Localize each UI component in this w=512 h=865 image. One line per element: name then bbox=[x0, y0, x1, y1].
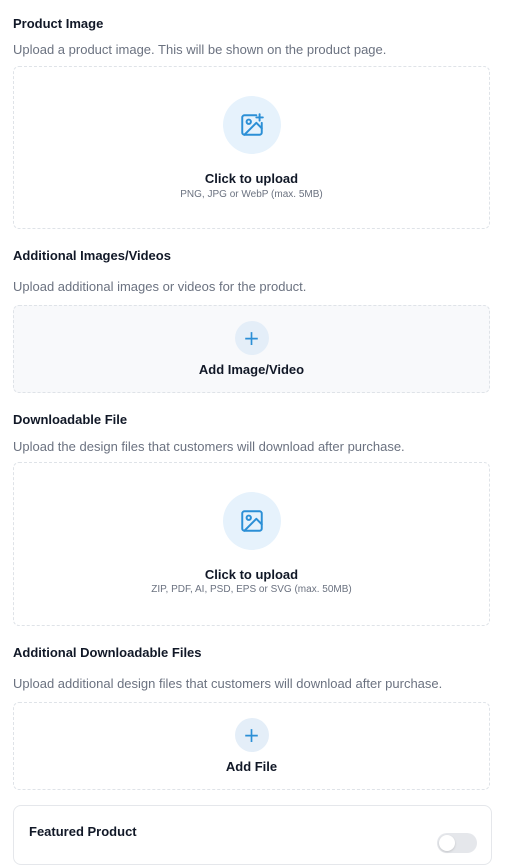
featured-product-toggle[interactable] bbox=[437, 833, 477, 853]
additional-files-description: Upload additional design files that cust… bbox=[13, 676, 443, 691]
product-image-description: Upload a product image. This will be sho… bbox=[13, 42, 387, 57]
plus-icon: + bbox=[243, 326, 260, 350]
product-image-upload-hint: PNG, JPG or WebP (max. 5MB) bbox=[180, 189, 323, 200]
downloadable-file-dropzone[interactable]: Click to upload ZIP, PDF, AI, PSD, EPS o… bbox=[13, 462, 490, 626]
additional-media-title: Additional Images/Videos bbox=[13, 248, 171, 263]
downloadable-file-icon-circle bbox=[222, 492, 281, 550]
product-image-icon-circle bbox=[222, 96, 281, 154]
image-plus-icon bbox=[240, 113, 264, 136]
additional-media-description: Upload additional images or videos for t… bbox=[13, 279, 307, 294]
add-file-label: Add File bbox=[225, 759, 278, 774]
add-file-icon-circle: + bbox=[234, 718, 269, 752]
add-image-video-button[interactable]: + Add Image/Video bbox=[13, 305, 490, 393]
toggle-knob bbox=[439, 835, 455, 851]
downloadable-file-title: Downloadable File bbox=[13, 412, 128, 427]
plus-icon: + bbox=[243, 723, 260, 747]
add-image-video-label: Add Image/Video bbox=[198, 362, 305, 377]
product-image-dropzone[interactable]: Click to upload PNG, JPG or WebP (max. 5… bbox=[13, 66, 490, 229]
image-icon bbox=[240, 510, 263, 532]
downloadable-file-description: Upload the design files that customers w… bbox=[13, 439, 405, 454]
additional-files-title: Additional Downloadable Files bbox=[13, 645, 202, 660]
downloadable-file-upload-label: Click to upload bbox=[204, 567, 299, 582]
add-media-icon-circle: + bbox=[234, 321, 269, 355]
product-image-upload-label: Click to upload bbox=[204, 171, 299, 186]
add-file-button[interactable]: + Add File bbox=[13, 702, 490, 790]
featured-product-title: Featured Product bbox=[29, 824, 137, 839]
product-image-title: Product Image bbox=[13, 16, 104, 31]
downloadable-file-upload-hint: ZIP, PDF, AI, PSD, EPS or SVG (max. 50MB… bbox=[151, 584, 352, 595]
featured-product-card: Featured Product bbox=[13, 805, 492, 865]
